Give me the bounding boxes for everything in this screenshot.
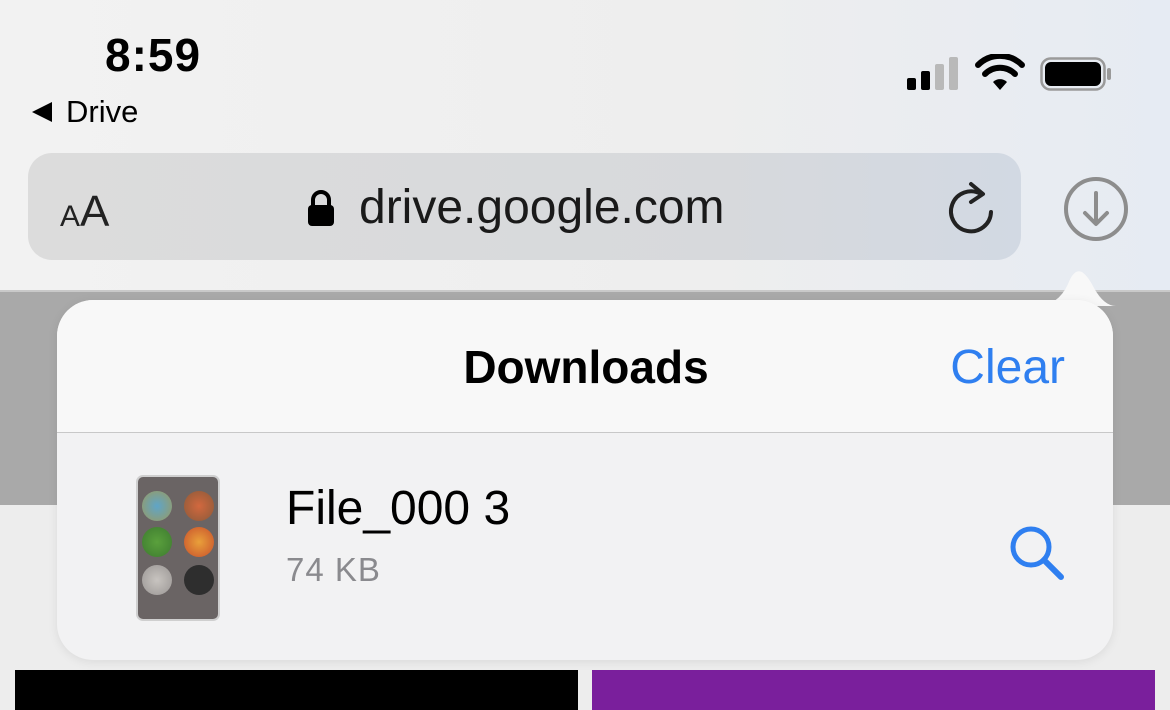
file-thumbnail [136,475,220,621]
battery-icon [1040,57,1111,91]
lock-icon [308,190,334,226]
wifi-icon [975,54,1025,90]
back-triangle-icon [32,102,52,122]
download-item[interactable]: File_000 3 74 KB [57,433,1113,660]
text-size-label-small: A [60,200,81,233]
browser-chrome: 8:59 Drive AA drive.google.com [0,0,1170,292]
text-size-label-big: A [80,187,110,236]
text-size-button[interactable]: AA [60,187,109,237]
back-to-app-button[interactable]: Drive [32,94,138,130]
cellular-signal-icon [907,56,959,90]
content-tile-dark[interactable] [15,670,578,710]
download-circle-icon[interactable] [1062,175,1130,243]
url-domain[interactable]: drive.google.com [359,180,725,235]
content-tile-purple[interactable] [592,670,1155,710]
file-name: File_000 3 [286,482,511,535]
magnifier-icon[interactable] [1005,521,1069,585]
reload-icon[interactable] [945,180,997,236]
clear-button[interactable]: Clear [950,340,1065,395]
back-app-label: Drive [66,94,139,129]
downloads-header: Downloads Clear [57,300,1113,433]
downloads-popover: Downloads Clear File_000 3 74 KB [57,300,1113,660]
file-size: 74 KB [286,551,381,588]
status-time: 8:59 [105,29,202,81]
